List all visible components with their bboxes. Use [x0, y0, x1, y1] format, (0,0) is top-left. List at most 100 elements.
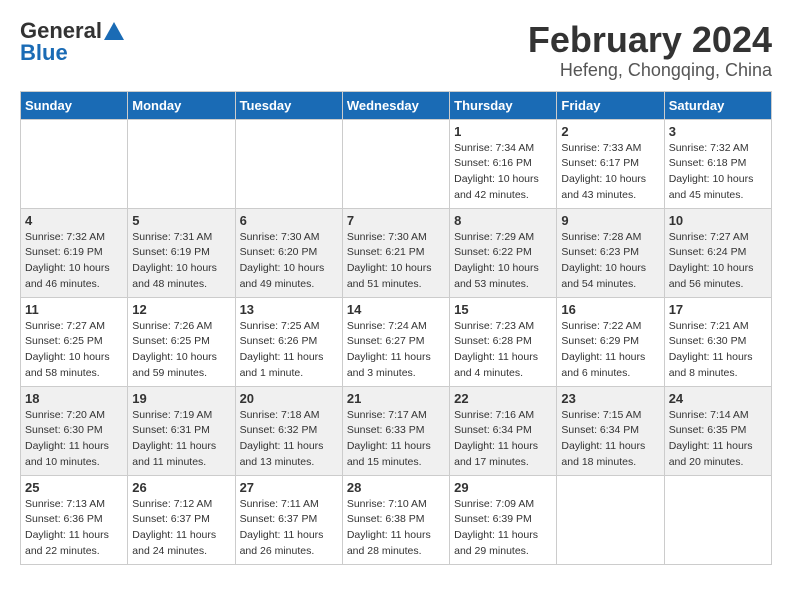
day-number: 10 — [669, 213, 767, 228]
calendar-cell: 18 Sunrise: 7:20 AM Sunset: 6:30 PM Dayli… — [21, 386, 128, 475]
day-number: 11 — [25, 302, 123, 317]
day-info: Sunrise: 7:19 AM Sunset: 6:31 PM Dayligh… — [132, 408, 230, 471]
calendar-week-row: 25 Sunrise: 7:13 AM Sunset: 6:36 PM Dayli… — [21, 475, 772, 564]
title-section: February 2024 Hefeng, Chongqing, China — [528, 20, 772, 81]
calendar-cell — [21, 119, 128, 208]
day-info: Sunrise: 7:15 AM Sunset: 6:34 PM Dayligh… — [561, 408, 659, 471]
calendar-week-row: 18 Sunrise: 7:20 AM Sunset: 6:30 PM Dayli… — [21, 386, 772, 475]
calendar-cell — [235, 119, 342, 208]
day-number: 9 — [561, 213, 659, 228]
calendar-cell: 27Sunrise: 7:11 AM Sunset: 6:37 PM Dayli… — [235, 475, 342, 564]
day-info: Sunrise: 7:22 AM Sunset: 6:29 PM Dayligh… — [561, 319, 659, 382]
calendar-cell: 12Sunrise: 7:26 AM Sunset: 6:25 PM Dayli… — [128, 297, 235, 386]
day-info: Sunrise: 7:18 AM Sunset: 6:32 PM Dayligh… — [240, 408, 338, 471]
day-number: 21 — [347, 391, 445, 406]
day-number: 6 — [240, 213, 338, 228]
day-number: 3 — [669, 124, 767, 139]
day-number: 27 — [240, 480, 338, 495]
day-info: Sunrise: 7:27 AM Sunset: 6:25 PM Dayligh… — [25, 319, 123, 382]
day-info: Sunrise: 7:10 AM Sunset: 6:38 PM Dayligh… — [347, 497, 445, 560]
calendar-day-header: Thursday — [450, 91, 557, 119]
day-info: Sunrise: 7:34 AM Sunset: 6:16 PM Dayligh… — [454, 141, 552, 204]
day-number: 12 — [132, 302, 230, 317]
day-number: 4 — [25, 213, 123, 228]
day-info: Sunrise: 7:13 AM Sunset: 6:36 PM Dayligh… — [25, 497, 123, 560]
calendar-cell: 20 Sunrise: 7:18 AM Sunset: 6:32 PM Dayli… — [235, 386, 342, 475]
day-number: 17 — [669, 302, 767, 317]
day-number: 5 — [132, 213, 230, 228]
day-info: Sunrise: 7:28 AM Sunset: 6:23 PM Dayligh… — [561, 230, 659, 293]
calendar-cell: 16 Sunrise: 7:22 AM Sunset: 6:29 PM Dayli… — [557, 297, 664, 386]
day-number: 1 — [454, 124, 552, 139]
calendar-day-header: Tuesday — [235, 91, 342, 119]
day-number: 2 — [561, 124, 659, 139]
day-number: 18 — [25, 391, 123, 406]
logo: General Blue — [20, 20, 124, 64]
calendar-cell: 7Sunrise: 7:30 AM Sunset: 6:21 PM Daylig… — [342, 208, 449, 297]
day-number: 7 — [347, 213, 445, 228]
day-number: 26 — [132, 480, 230, 495]
day-info: Sunrise: 7:23 AM Sunset: 6:28 PM Dayligh… — [454, 319, 552, 382]
calendar-cell: 14Sunrise: 7:24 AM Sunset: 6:27 PM Dayli… — [342, 297, 449, 386]
day-number: 20 — [240, 391, 338, 406]
day-number: 23 — [561, 391, 659, 406]
day-info: Sunrise: 7:17 AM Sunset: 6:33 PM Dayligh… — [347, 408, 445, 471]
calendar-day-header: Wednesday — [342, 91, 449, 119]
day-number: 24 — [669, 391, 767, 406]
day-number: 19 — [132, 391, 230, 406]
calendar-cell: 26 Sunrise: 7:12 AM Sunset: 6:37 PM Dayli… — [128, 475, 235, 564]
calendar-cell: 17 Sunrise: 7:21 AM Sunset: 6:30 PM Dayli… — [664, 297, 771, 386]
calendar-cell: 19 Sunrise: 7:19 AM Sunset: 6:31 PM Dayli… — [128, 386, 235, 475]
day-number: 25 — [25, 480, 123, 495]
day-number: 15 — [454, 302, 552, 317]
day-info: Sunrise: 7:16 AM Sunset: 6:34 PM Dayligh… — [454, 408, 552, 471]
calendar-cell: 4Sunrise: 7:32 AM Sunset: 6:19 PM Daylig… — [21, 208, 128, 297]
calendar-day-header: Monday — [128, 91, 235, 119]
calendar-cell: 13Sunrise: 7:25 AM Sunset: 6:26 PM Dayli… — [235, 297, 342, 386]
logo-icon — [104, 22, 124, 40]
calendar-week-row: 4Sunrise: 7:32 AM Sunset: 6:19 PM Daylig… — [21, 208, 772, 297]
day-info: Sunrise: 7:12 AM Sunset: 6:37 PM Dayligh… — [132, 497, 230, 560]
calendar-cell: 28 Sunrise: 7:10 AM Sunset: 6:38 PM Dayli… — [342, 475, 449, 564]
calendar-cell — [664, 475, 771, 564]
calendar-cell: 24Sunrise: 7:14 AM Sunset: 6:35 PM Dayli… — [664, 386, 771, 475]
calendar-cell: 8 Sunrise: 7:29 AM Sunset: 6:22 PM Daylig… — [450, 208, 557, 297]
main-title: February 2024 — [528, 20, 772, 60]
day-info: Sunrise: 7:20 AM Sunset: 6:30 PM Dayligh… — [25, 408, 123, 471]
calendar-cell: 11 Sunrise: 7:27 AM Sunset: 6:25 PM Dayli… — [21, 297, 128, 386]
day-number: 22 — [454, 391, 552, 406]
calendar-cell: 2 Sunrise: 7:33 AM Sunset: 6:17 PM Daylig… — [557, 119, 664, 208]
logo-blue: Blue — [20, 42, 68, 64]
calendar-day-header: Saturday — [664, 91, 771, 119]
calendar-cell: 21 Sunrise: 7:17 AM Sunset: 6:33 PM Dayli… — [342, 386, 449, 475]
day-number: 13 — [240, 302, 338, 317]
page-header: General Blue February 2024 Hefeng, Chong… — [20, 20, 772, 81]
day-info: Sunrise: 7:21 AM Sunset: 6:30 PM Dayligh… — [669, 319, 767, 382]
day-number: 14 — [347, 302, 445, 317]
calendar-cell: 10Sunrise: 7:27 AM Sunset: 6:24 PM Dayli… — [664, 208, 771, 297]
calendar-day-header: Friday — [557, 91, 664, 119]
calendar-cell: 25 Sunrise: 7:13 AM Sunset: 6:36 PM Dayli… — [21, 475, 128, 564]
subtitle: Hefeng, Chongqing, China — [528, 60, 772, 81]
day-info: Sunrise: 7:29 AM Sunset: 6:22 PM Dayligh… — [454, 230, 552, 293]
day-number: 28 — [347, 480, 445, 495]
calendar-header-row: SundayMondayTuesdayWednesdayThursdayFrid… — [21, 91, 772, 119]
day-info: Sunrise: 7:32 AM Sunset: 6:18 PM Dayligh… — [669, 141, 767, 204]
calendar-cell: 29 Sunrise: 7:09 AM Sunset: 6:39 PM Dayli… — [450, 475, 557, 564]
calendar-cell: 9 Sunrise: 7:28 AM Sunset: 6:23 PM Daylig… — [557, 208, 664, 297]
calendar-cell — [128, 119, 235, 208]
day-number: 8 — [454, 213, 552, 228]
day-number: 16 — [561, 302, 659, 317]
day-info: Sunrise: 7:33 AM Sunset: 6:17 PM Dayligh… — [561, 141, 659, 204]
calendar-week-row: 11 Sunrise: 7:27 AM Sunset: 6:25 PM Dayli… — [21, 297, 772, 386]
calendar-cell: 1 Sunrise: 7:34 AM Sunset: 6:16 PM Daylig… — [450, 119, 557, 208]
logo-general: General — [20, 20, 102, 42]
day-number: 29 — [454, 480, 552, 495]
calendar-day-header: Sunday — [21, 91, 128, 119]
day-info: Sunrise: 7:30 AM Sunset: 6:20 PM Dayligh… — [240, 230, 338, 293]
calendar-cell: 3 Sunrise: 7:32 AM Sunset: 6:18 PM Daylig… — [664, 119, 771, 208]
day-info: Sunrise: 7:09 AM Sunset: 6:39 PM Dayligh… — [454, 497, 552, 560]
calendar-week-row: 1 Sunrise: 7:34 AM Sunset: 6:16 PM Daylig… — [21, 119, 772, 208]
calendar-cell — [557, 475, 664, 564]
calendar-table: SundayMondayTuesdayWednesdayThursdayFrid… — [20, 91, 772, 565]
